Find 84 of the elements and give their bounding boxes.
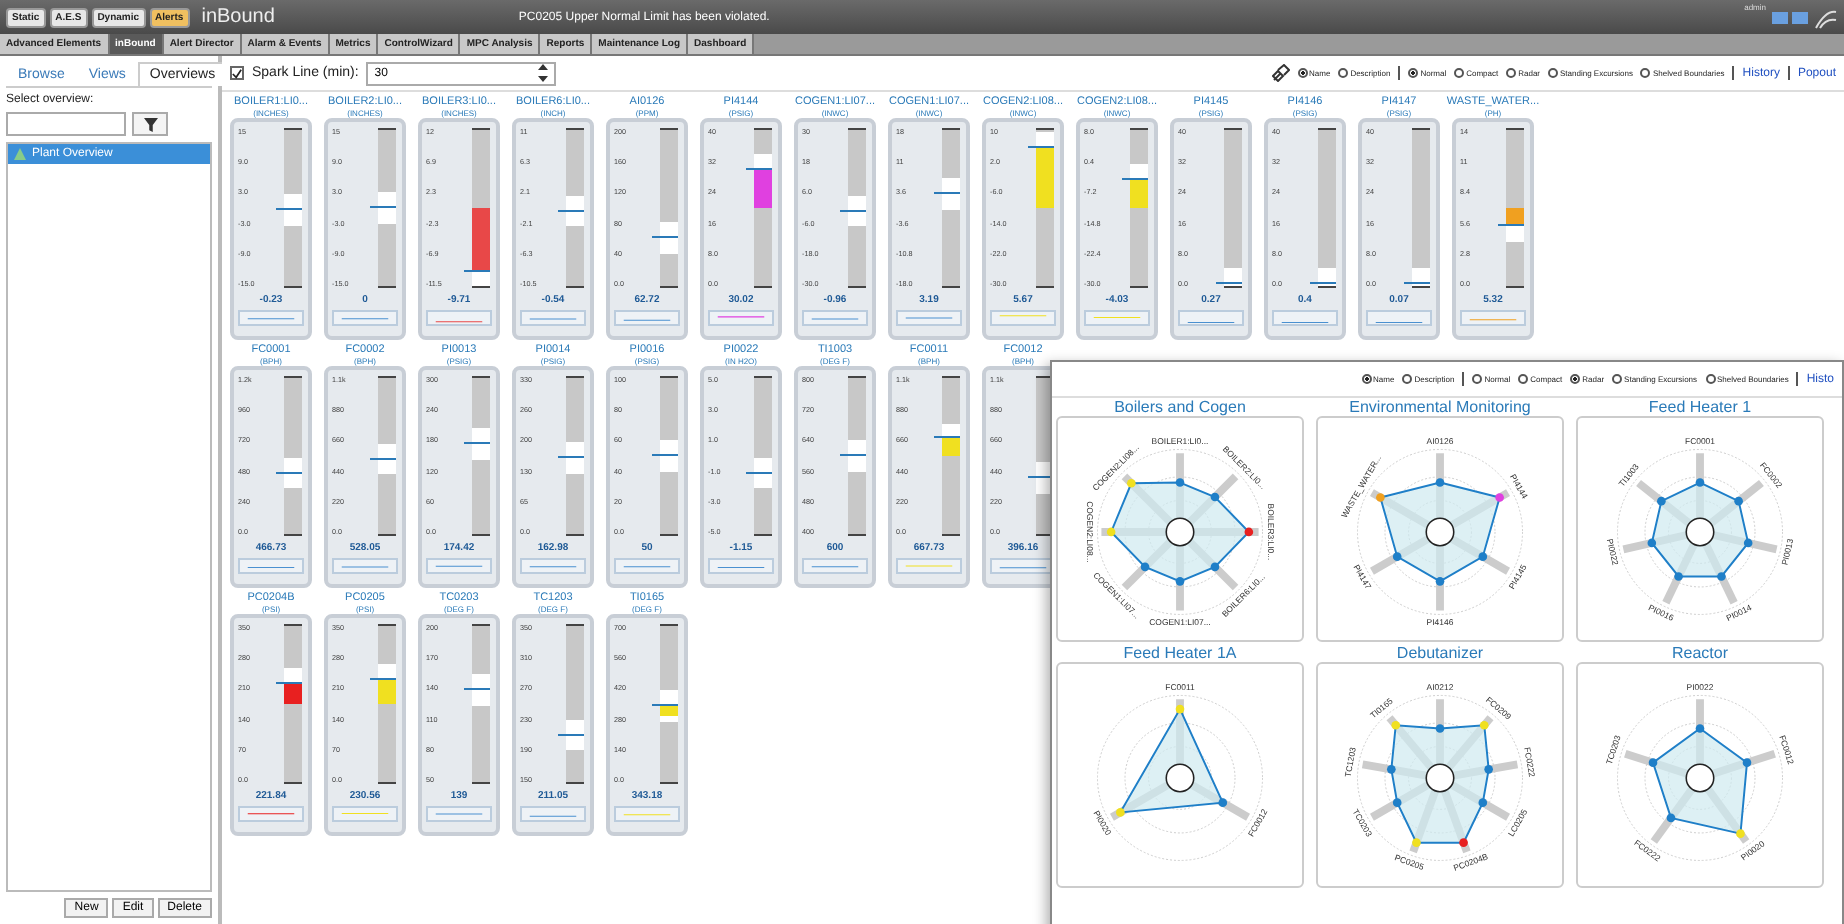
sparkline	[990, 310, 1056, 326]
radar-title: Debutanizer	[1396, 644, 1484, 662]
data-point	[1734, 496, 1743, 506]
sparkline	[332, 310, 398, 326]
data-point	[1175, 478, 1185, 487]
data-point	[1717, 572, 1726, 581]
normal-range-band	[660, 222, 678, 254]
app-title: inBound	[201, 6, 275, 28]
data-point	[1435, 577, 1445, 586]
normal-range-band	[472, 427, 490, 460]
data-point	[1657, 496, 1666, 506]
data-point	[1695, 724, 1705, 733]
monitor-icon[interactable]	[1770, 7, 1810, 27]
normal-range-band	[472, 674, 490, 706]
normal-range-band	[566, 719, 584, 751]
sparkline	[1366, 310, 1432, 326]
sparkline	[614, 806, 680, 822]
data-point	[1140, 562, 1150, 572]
sparkline	[614, 310, 680, 326]
tree-icon	[14, 148, 26, 160]
data-point	[1210, 562, 1220, 572]
sparkline	[896, 558, 962, 574]
checkbox[interactable]	[230, 66, 244, 80]
data-point	[1742, 758, 1752, 767]
data-point	[1435, 478, 1445, 487]
radar-title: Feed Heater 1	[1648, 398, 1752, 416]
data-point	[1478, 798, 1488, 807]
sparkline	[896, 310, 962, 326]
data-point	[1648, 758, 1658, 767]
normal-range-band	[378, 443, 396, 475]
data-point	[1175, 577, 1185, 586]
sparkline	[520, 310, 586, 326]
link-icon[interactable]	[1271, 64, 1290, 82]
data-point	[1218, 798, 1228, 807]
data-point	[1647, 538, 1657, 548]
normal-range-band	[284, 193, 302, 226]
radar-title: Reactor	[1671, 644, 1728, 662]
normal-range-band	[284, 457, 302, 489]
sparkline	[426, 310, 492, 326]
normal-range-band	[566, 441, 584, 474]
normal-range-band	[848, 440, 866, 472]
sparkline	[426, 558, 492, 574]
sparkline	[802, 558, 868, 574]
normal-range-band	[566, 195, 584, 227]
sparkline	[332, 558, 398, 574]
radar-title: Feed Heater 1A	[1123, 644, 1237, 662]
data-point	[1695, 478, 1705, 487]
data-point	[1478, 552, 1488, 561]
sparkline	[1084, 310, 1150, 326]
sparkline	[1178, 310, 1244, 326]
sparkline	[520, 806, 586, 822]
sparkline	[332, 806, 398, 822]
sparkline	[238, 806, 304, 822]
radar-title: Boilers and Cogen	[1114, 398, 1246, 416]
normal-range-band	[754, 457, 772, 489]
data-point	[1392, 552, 1402, 561]
sparkline	[238, 310, 304, 326]
sparkline	[614, 558, 680, 574]
sparkline	[238, 558, 304, 574]
data-point	[1674, 572, 1683, 581]
filter-button[interactable]	[132, 112, 168, 136]
sparkline	[1272, 310, 1338, 326]
data-point	[1666, 813, 1676, 823]
normal-range-band	[848, 195, 866, 227]
data-point	[1210, 492, 1220, 502]
sparkline	[426, 806, 492, 822]
filter-field[interactable]	[6, 112, 126, 136]
sparkline	[708, 558, 774, 574]
sparkline	[708, 310, 774, 326]
sparkline	[1460, 310, 1526, 326]
radar-title: Environmental Monitoring	[1349, 398, 1531, 416]
sparkline	[520, 558, 586, 574]
data-point	[1392, 798, 1402, 807]
normal-range-band	[942, 178, 960, 210]
signal-icon[interactable]	[1814, 5, 1838, 29]
data-point	[1484, 765, 1493, 774]
sparkline	[990, 558, 1056, 574]
filter-icon	[143, 117, 157, 131]
normal-range-band	[660, 440, 678, 472]
data-point	[1743, 538, 1753, 548]
sparkline	[802, 310, 868, 326]
data-point	[1387, 765, 1396, 774]
data-point	[1435, 724, 1445, 733]
normal-range-band	[378, 192, 396, 224]
